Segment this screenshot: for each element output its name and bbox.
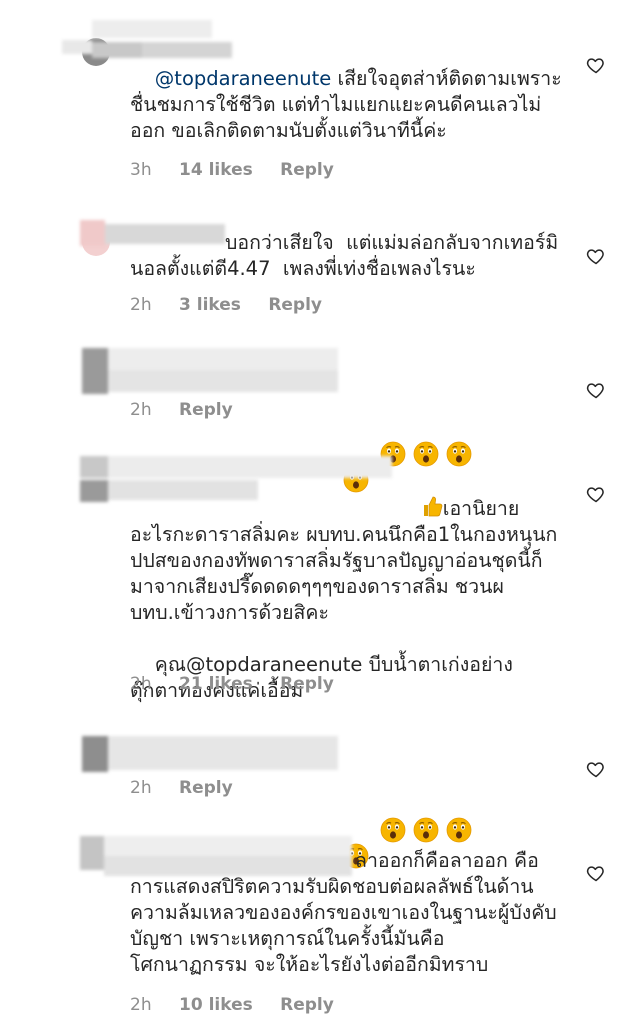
reply-button[interactable]: Reply — [280, 995, 334, 1015]
reply-button[interactable]: Reply — [280, 674, 334, 694]
likes-count[interactable]: 3 likes — [179, 295, 241, 315]
comment-body: เอานิยายอะไรกะดาราสลิ่มคะ ผบทบ.คนนึกคือ1… — [130, 497, 558, 624]
comment-meta: 2h Reply — [130, 400, 255, 420]
comment-meta: 2h Reply — [130, 778, 255, 798]
comment-time: 2h — [130, 778, 152, 798]
astonished-face-icon — [380, 817, 406, 843]
reply-button[interactable]: Reply — [280, 160, 334, 180]
heart-icon[interactable] — [586, 759, 606, 779]
reply-button[interactable]: Reply — [268, 295, 322, 315]
comment-time: 3h — [130, 160, 152, 180]
comment-time: 2h — [130, 674, 152, 694]
heart-icon[interactable] — [586, 246, 606, 266]
comment-time: 2h — [130, 995, 152, 1015]
likes-count[interactable]: 21 likes — [179, 674, 253, 694]
comment-text: ลาออกก็คือลาออก คือการแสดงสปิริตความรับผ… — [130, 849, 557, 976]
comment-meta: 2h 3 likes Reply — [130, 295, 344, 315]
astonished-face-icon — [446, 441, 472, 467]
mention-prefix: คุณ — [154, 653, 186, 676]
astonished-face-icon — [446, 817, 472, 843]
reply-button[interactable]: Reply — [179, 400, 233, 420]
comment-time: 2h — [130, 400, 152, 420]
comment-meta: 2h 21 likes Reply — [130, 674, 356, 694]
likes-count[interactable]: 14 likes — [179, 160, 253, 180]
comment-text: บอกว่าเสียใจ แต่แม่มล่อกลับจากเทอร์มินอล… — [130, 231, 559, 280]
comment-time: 2h — [130, 295, 152, 315]
comment-text: @topdaraneenute เสียใจอุตส่าห์ติดตามเพรา… — [130, 40, 570, 170]
mention-link[interactable]: @topdaraneenute — [186, 653, 362, 676]
astonished-face-icon — [413, 441, 439, 467]
comment-meta: 2h 10 likes Reply — [130, 995, 356, 1015]
heart-icon[interactable] — [586, 863, 606, 883]
heart-icon[interactable] — [586, 55, 606, 75]
likes-count[interactable]: 10 likes — [179, 995, 253, 1015]
astonished-face-icon — [413, 817, 439, 843]
comment-meta: 3h 14 likes Reply — [130, 160, 356, 180]
mention-link[interactable]: @topdaraneenute — [155, 67, 331, 90]
heart-icon[interactable] — [586, 380, 606, 400]
redacted-username — [82, 736, 338, 772]
redacted-username — [82, 348, 338, 394]
reply-button[interactable]: Reply — [179, 778, 233, 798]
thumbs-up-icon — [423, 496, 443, 517]
heart-icon[interactable] — [586, 484, 606, 504]
